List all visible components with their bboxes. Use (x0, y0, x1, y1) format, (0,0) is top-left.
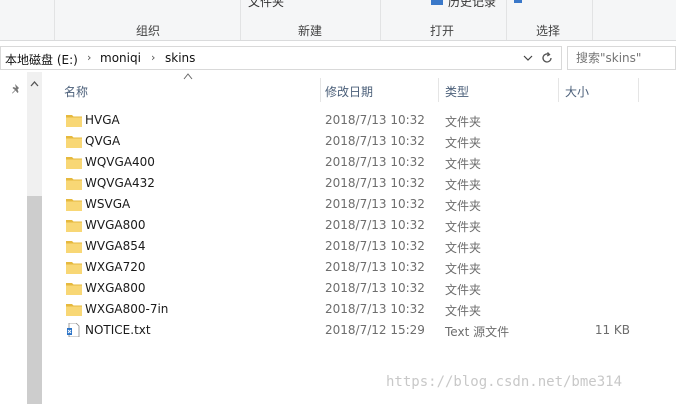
file-row[interactable]: WXGA720 2018/7/13 10:32 文件夹 (60, 257, 640, 278)
file-type: 文件夹 (445, 136, 482, 150)
file-type: 文件夹 (445, 178, 482, 192)
file-date: 2018/7/13 10:32 (325, 134, 425, 148)
ribbon-small-icon (514, 0, 522, 3)
ribbon: 文件夹 历史记录 组织 新建 打开 选择 (0, 0, 676, 41)
ribbon-group-organize: 组织 (136, 24, 161, 38)
file-row[interactable]: WSVGA 2018/7/13 10:32 文件夹 (60, 194, 640, 215)
file-name: QVGA (85, 134, 121, 148)
folder-icon (66, 115, 82, 127)
folder-icon (66, 136, 82, 148)
folder-icon (66, 178, 82, 190)
breadcrumb-chevron-icon[interactable]: › (151, 51, 155, 64)
history-icon (431, 0, 443, 5)
ribbon-separator (592, 0, 593, 40)
text-file-icon (67, 323, 80, 337)
ribbon-new-folder-label[interactable]: 文件夹 (248, 0, 284, 10)
file-row[interactable]: QVGA 2018/7/13 10:32 文件夹 (60, 131, 640, 152)
address-bar[interactable]: 本地磁盘 (E:) › moniqi › skins (0, 46, 562, 70)
ribbon-history-button[interactable]: 历史记录 (428, 0, 496, 10)
file-type: Text 源文件 (445, 325, 510, 339)
column-header-size-label: 大小 (565, 85, 590, 99)
file-row[interactable]: HVGA 2018/7/13 10:32 文件夹 (60, 110, 640, 131)
file-date: 2018/7/13 10:32 (325, 302, 425, 316)
file-name: WXGA800-7in (85, 302, 169, 316)
file-name: WVGA854 (85, 239, 146, 253)
watermark: https://blog.csdn.net/bme314 (386, 374, 623, 390)
file-name: NOTICE.txt (85, 323, 151, 337)
file-type: 文件夹 (445, 241, 482, 255)
file-date: 2018/7/13 10:32 (325, 218, 425, 232)
breadcrumb-moniqi[interactable]: moniqi (100, 51, 141, 65)
scroll-up-arrow-icon[interactable] (27, 78, 42, 90)
search-input[interactable] (576, 51, 672, 65)
file-name: WSVGA (85, 197, 131, 211)
ribbon-history-label: 历史记录 (448, 0, 497, 9)
column-header-name-label: 名称 (64, 85, 89, 99)
ribbon-separator (380, 0, 381, 40)
ribbon-group-select: 选择 (536, 24, 561, 38)
file-size: 11 KB (594, 323, 630, 337)
file-row[interactable]: NOTICE.txt 2018/7/12 15:29 Text 源文件 11 K… (60, 320, 640, 341)
file-row[interactable]: WQVGA432 2018/7/13 10:32 文件夹 (60, 173, 640, 194)
file-row[interactable]: WVGA854 2018/7/13 10:32 文件夹 (60, 236, 640, 257)
column-header-name[interactable]: 名称 (60, 78, 318, 102)
ribbon-separator (240, 0, 241, 40)
file-type: 文件夹 (445, 262, 482, 276)
file-name: WVGA800 (85, 218, 146, 232)
ribbon-group-open: 打开 (430, 24, 455, 38)
file-date: 2018/7/13 10:32 (325, 281, 425, 295)
file-date: 2018/7/13 10:32 (325, 155, 425, 169)
folder-icon (66, 241, 82, 253)
folder-icon (66, 304, 82, 316)
file-name: WQVGA400 (85, 155, 155, 169)
ribbon-separator (506, 0, 507, 40)
file-name: WXGA800 (85, 281, 146, 295)
file-date: 2018/7/13 10:32 (325, 260, 425, 274)
folder-icon (66, 262, 82, 274)
file-type: 文件夹 (445, 283, 482, 297)
file-date: 2018/7/13 10:32 (325, 176, 425, 190)
file-type: 文件夹 (445, 199, 482, 213)
column-header-date-label: 修改日期 (325, 85, 374, 99)
navigation-pane (0, 72, 44, 404)
file-date: 2018/7/13 10:32 (325, 197, 425, 211)
folder-icon (66, 199, 82, 211)
file-name: WXGA720 (85, 260, 146, 274)
file-date: 2018/7/13 10:32 (325, 113, 425, 127)
column-divider[interactable] (638, 78, 639, 102)
file-type: 文件夹 (445, 304, 482, 318)
pin-icon[interactable] (10, 82, 24, 96)
folder-icon (66, 283, 82, 295)
file-date: 2018/7/12 15:29 (325, 323, 425, 337)
file-type: 文件夹 (445, 220, 482, 234)
column-header-type[interactable]: 类型 (439, 78, 557, 102)
column-header-type-label: 类型 (445, 85, 470, 99)
file-type: 文件夹 (445, 115, 482, 129)
file-name: WQVGA432 (85, 176, 155, 190)
breadcrumb-chevron-icon[interactable]: › (87, 51, 91, 64)
search-box[interactable] (567, 46, 676, 70)
file-row[interactable]: WVGA800 2018/7/13 10:32 文件夹 (60, 215, 640, 236)
chevron-down-icon[interactable] (521, 51, 535, 65)
folder-icon (66, 157, 82, 169)
folder-icon (66, 220, 82, 232)
file-row[interactable]: WXGA800-7in 2018/7/13 10:32 文件夹 (60, 299, 640, 320)
file-row[interactable]: WXGA800 2018/7/13 10:32 文件夹 (60, 278, 640, 299)
file-type: 文件夹 (445, 157, 482, 171)
ribbon-separator (54, 0, 55, 40)
breadcrumb-drive[interactable]: 本地磁盘 (E:) (5, 51, 78, 68)
breadcrumb-skins[interactable]: skins (165, 51, 195, 65)
file-name: HVGA (85, 113, 120, 127)
file-date: 2018/7/13 10:32 (325, 239, 425, 253)
column-header-size[interactable]: 大小 (559, 78, 637, 102)
file-row[interactable]: WQVGA400 2018/7/13 10:32 文件夹 (60, 152, 640, 173)
scrollbar-thumb[interactable] (27, 196, 42, 404)
column-header-date[interactable]: 修改日期 (321, 78, 437, 102)
ribbon-group-new: 新建 (298, 24, 323, 38)
refresh-icon[interactable] (539, 50, 555, 66)
